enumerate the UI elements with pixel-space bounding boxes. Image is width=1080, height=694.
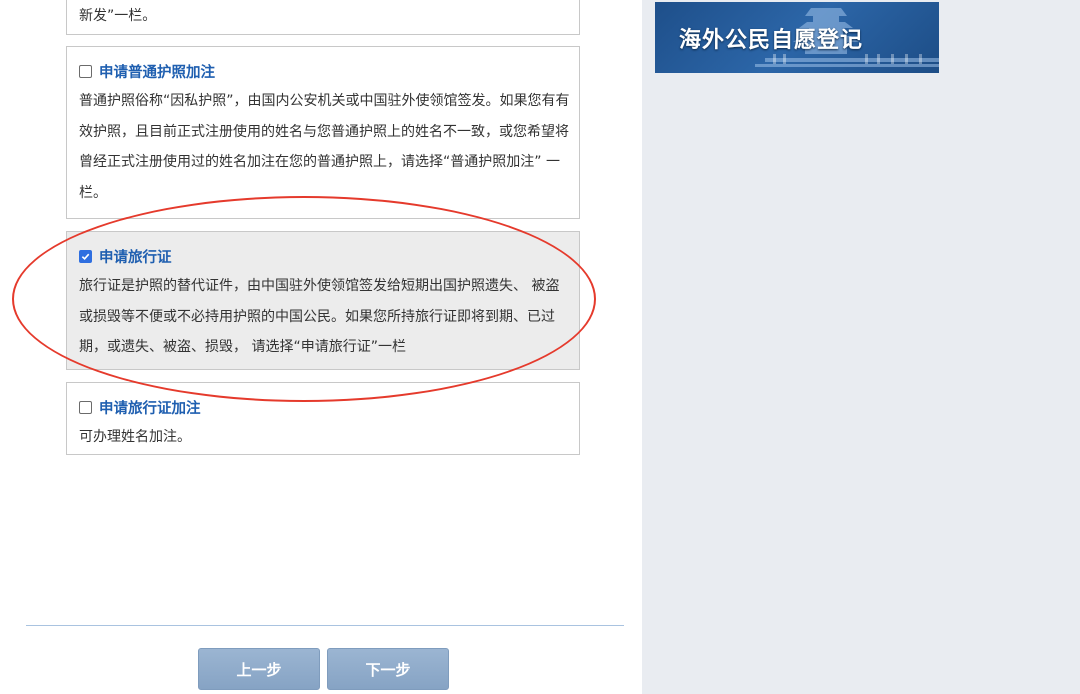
checkbox-travel-document[interactable] bbox=[79, 249, 92, 263]
previous-option-fragment: 新发”一栏。 bbox=[66, 0, 580, 35]
checkbox-travel-document-annotation[interactable] bbox=[79, 400, 92, 414]
option-header[interactable]: 申请旅行证加注 bbox=[79, 397, 201, 417]
option-header[interactable]: 申请普通护照加注 bbox=[79, 61, 215, 81]
option-title[interactable]: 申请旅行证加注 bbox=[99, 397, 201, 418]
prev-step-button[interactable]: 上一步 bbox=[198, 648, 320, 690]
divider bbox=[26, 625, 624, 626]
next-step-button[interactable]: 下一步 bbox=[327, 648, 449, 690]
sidebar bbox=[642, 0, 1080, 694]
previous-option-text: 新发”一栏。 bbox=[79, 8, 157, 24]
option-passport-annotation: 申请普通护照加注 普通护照俗称“因私护照”，由国内公安机关或中国驻外使领馆签发。… bbox=[66, 46, 580, 219]
option-title[interactable]: 申请普通护照加注 bbox=[99, 61, 215, 82]
option-description: 旅行证是护照的替代证件，由中国驻外使领馆签发给短期出国护照遗失、 被盗或损毁等不… bbox=[79, 278, 560, 355]
checkbox-passport-annotation[interactable] bbox=[79, 64, 92, 78]
option-description: 普通护照俗称“因私护照”，由国内公安机关或中国驻外使领馆签发。如果您有有效护照，… bbox=[79, 93, 570, 201]
option-header[interactable]: 申请旅行证 bbox=[79, 246, 172, 266]
main-panel: 新发”一栏。 申请普通护照加注 普通护照俗称“因私护照”，由国内公安机关或中国驻… bbox=[0, 0, 642, 694]
check-icon bbox=[81, 253, 90, 260]
option-title[interactable]: 申请旅行证 bbox=[99, 246, 172, 267]
overseas-registration-banner[interactable]: 海外公民自愿登记 bbox=[655, 2, 939, 73]
banner-text: 海外公民自愿登记 bbox=[679, 28, 864, 53]
option-description: 可办理姓名加注。 bbox=[79, 429, 191, 445]
option-travel-document: 申请旅行证 旅行证是护照的替代证件，由中国驻外使领馆签发给短期出国护照遗失、 被… bbox=[66, 231, 580, 370]
option-travel-document-annotation: 申请旅行证加注 可办理姓名加注。 bbox=[66, 382, 580, 455]
